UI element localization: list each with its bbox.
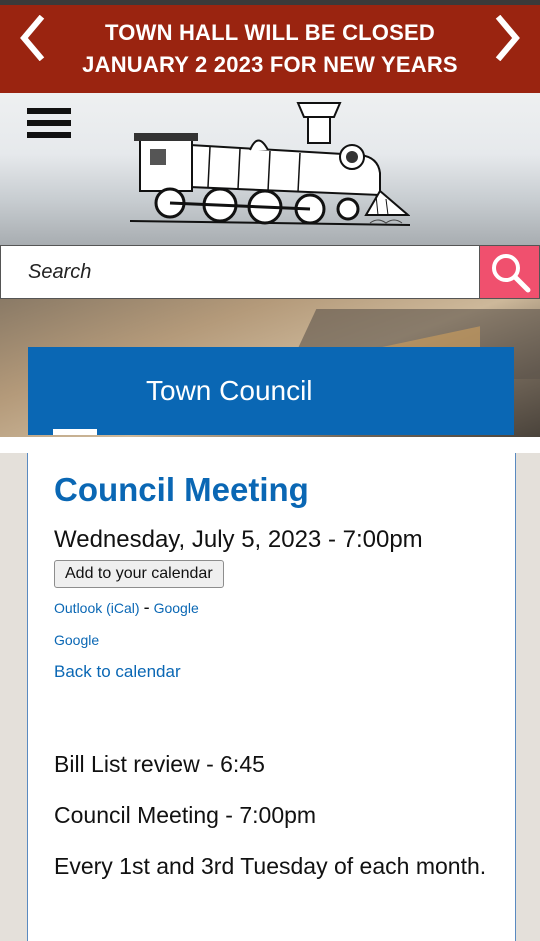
event-datetime: Wednesday, July 5, 2023 - 7:00pm [54,526,423,553]
announcement-banner: TOWN HALL WILL BE CLOSED JANUARY 2 2023 … [0,5,540,93]
search-bar [0,245,540,299]
google-calendar-link[interactable]: Google [154,600,199,616]
banner-line-1: TOWN HALL WILL BE CLOSED [105,20,435,45]
event-title: Council Meeting [54,471,309,508]
outlook-ical-link[interactable]: Outlook (iCal) [54,600,140,616]
search-input[interactable] [0,245,479,299]
description-bill-list: Bill List review - 6:45 [54,751,265,777]
locomotive-logo[interactable] [129,95,411,233]
site-header [0,93,540,245]
section-title: Town Council [146,375,313,406]
back-to-calendar-link[interactable]: Back to calendar [54,662,181,682]
link-separator: - [143,597,150,617]
banner-text[interactable]: TOWN HALL WILL BE CLOSED JANUARY 2 2023 … [60,17,480,81]
add-to-calendar-button[interactable]: Add to your calendar [54,560,224,588]
section-title-box: Town Council [28,347,514,435]
search-button[interactable] [479,245,540,299]
description-council-meeting: Council Meeting - 7:00pm [54,802,317,828]
chevron-right-icon[interactable] [488,13,528,63]
google-link[interactable]: Google [54,632,99,648]
calendar-links: Outlook (iCal) - Google [54,597,199,618]
description-schedule: Every 1st and 3rd Tuesday of each month. [54,853,487,879]
content-divider [0,437,540,453]
chevron-left-icon[interactable] [12,13,52,63]
event-content: Council Meeting Wednesday, July 5, 2023 … [27,453,516,941]
banner-line-2: JANUARY 2 2023 FOR NEW YEARS [82,52,458,77]
section-tab-indicator [53,429,97,435]
search-icon [491,254,530,293]
hamburger-menu-icon[interactable] [27,108,71,138]
